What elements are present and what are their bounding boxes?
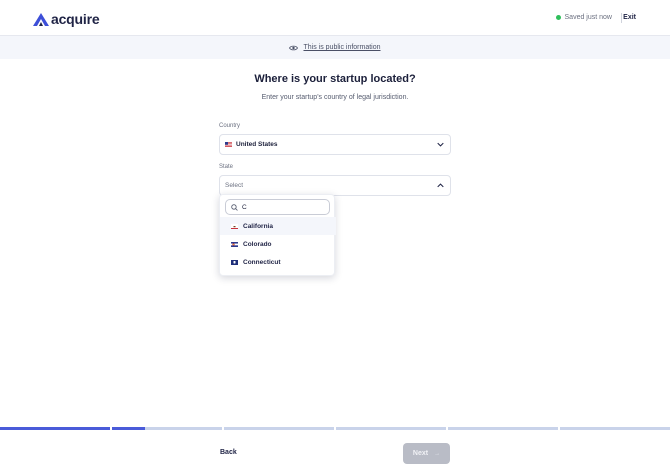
state-option-california[interactable]: California — [220, 217, 336, 235]
option-label: California — [243, 222, 273, 230]
chevron-down-icon — [437, 142, 444, 147]
save-status-text: Saved just now — [564, 14, 612, 21]
next-button[interactable]: Next → — [403, 443, 450, 464]
next-label: Next — [412, 450, 429, 457]
progress-fill — [112, 427, 145, 430]
chevron-up-icon — [437, 183, 444, 188]
public-info-link[interactable]: This is public information — [303, 44, 380, 51]
progress-fill — [0, 427, 110, 430]
option-label: Colorado — [243, 240, 272, 248]
country-select[interactable]: United States — [219, 134, 451, 155]
connecticut-flag-icon — [231, 259, 238, 265]
state-label: State — [219, 164, 234, 170]
page-title: Where is your startup located? — [254, 73, 416, 85]
header-divider — [621, 13, 622, 23]
eye-icon — [289, 45, 299, 50]
country-value: United States — [236, 141, 278, 148]
country-label: Country — [219, 123, 241, 129]
public-info-bar: This is public information — [0, 36, 670, 59]
progress-segment — [448, 427, 558, 430]
progress-segment — [560, 427, 670, 430]
saved-status-dot — [555, 15, 561, 20]
state-select[interactable]: Select — [219, 175, 451, 196]
exit-button[interactable]: Exit — [623, 14, 636, 21]
search-value: C — [242, 203, 247, 211]
state-placeholder: Select — [225, 182, 244, 189]
colorado-flag-icon — [231, 241, 238, 247]
state-option-colorado[interactable]: Colorado — [220, 235, 336, 253]
progress-segment — [336, 427, 446, 430]
page-subtitle: Enter your startup's country of legal ju… — [261, 94, 409, 101]
state-search-input[interactable]: C — [225, 199, 330, 215]
arrow-right-icon: → — [434, 450, 441, 457]
us-flag-icon — [225, 142, 232, 147]
acquire-logo[interactable]: acquire — [33, 11, 100, 27]
state-option-connecticut[interactable]: Connecticut — [220, 253, 336, 271]
acquire-logo-icon — [33, 12, 49, 26]
search-icon — [231, 203, 238, 211]
save-status: Saved just now — [555, 14, 612, 21]
top-header: acquire Saved just now Exit — [0, 0, 670, 36]
progress-bar — [0, 427, 670, 430]
progress-segment — [224, 427, 334, 430]
california-flag-icon — [231, 223, 238, 229]
state-dropdown: C California Colorado Connecticut — [219, 194, 336, 276]
logo-text: acquire — [51, 11, 100, 27]
back-button[interactable]: Back — [220, 449, 237, 456]
option-label: Connecticut — [243, 258, 281, 266]
